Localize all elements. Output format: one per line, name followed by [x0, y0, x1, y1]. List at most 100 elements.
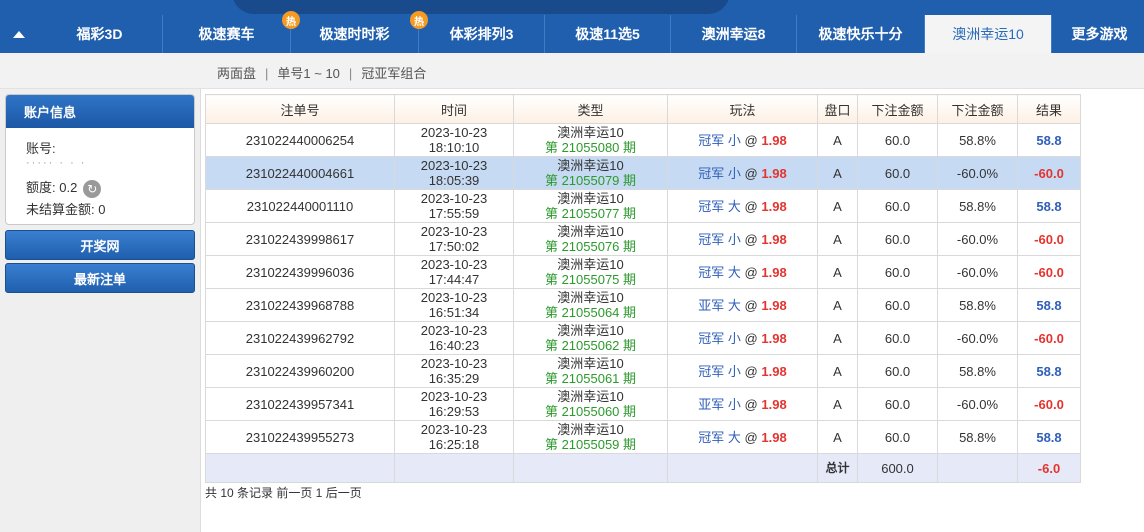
table-row[interactable]: 231022439957341 2023-10-23 16:29:53 澳洲幸运10 第…	[205, 387, 1081, 421]
empty-cell	[937, 453, 1018, 483]
bet-date: 2023-10-23	[420, 257, 488, 272]
sub-nav-item-2[interactable]: 冠亚军组合	[361, 66, 426, 81]
bet-time: 16:25:18	[428, 437, 480, 452]
pct-cell: 58.8%	[937, 189, 1018, 223]
result-cell: 58.8	[1017, 288, 1081, 322]
time-cell: 2023-10-23 18:05:39	[394, 156, 514, 190]
tab-1[interactable]: 极速赛车热	[163, 11, 300, 53]
period-number: 第 21055077 期	[544, 206, 637, 221]
tab-4[interactable]: 极速11选5	[545, 15, 671, 53]
amount-cell: 60.0	[857, 354, 938, 388]
time-cell: 2023-10-23 16:40:23	[394, 321, 514, 355]
empty-cell	[205, 453, 395, 483]
bets-table-wrap: 注单号 时间 类型 玩法 盘口 下注金额 下注金额 结果 231022440006254 202…	[205, 94, 1081, 483]
game-name: 澳洲幸运10	[557, 191, 624, 206]
game-name: 澳洲幸运10	[557, 224, 624, 239]
bet-date: 2023-10-23	[420, 389, 488, 404]
period-number: 第 21055076 期	[544, 239, 637, 254]
latest-bets-button[interactable]: 最新注单	[5, 263, 195, 293]
results-site-button[interactable]: 开奖网	[5, 230, 195, 260]
period-number: 第 21055062 期	[544, 338, 637, 353]
chevron-up-icon	[12, 31, 25, 38]
at-sign: @	[744, 396, 758, 412]
table-row[interactable]: 231022439996036 2023-10-23 17:44:47 澳洲幸运10 第…	[205, 255, 1081, 289]
total-amount: 600.0	[857, 453, 938, 483]
amount-cell: 60.0	[857, 288, 938, 322]
play-name: 冠军 大	[698, 264, 741, 280]
pan-cell: A	[817, 288, 858, 322]
quota-label: 额度: 0.2	[26, 180, 78, 195]
sub-nav-item-1[interactable]: 单号1 ~ 10	[277, 66, 340, 81]
play-cell: 冠军 大 @ 1.98	[667, 420, 818, 454]
play-cell: 冠军 大 @ 1.98	[667, 189, 818, 223]
period-number: 第 21055064 期	[544, 305, 637, 320]
sub-nav-item-0[interactable]: 两面盘	[217, 66, 256, 81]
table-row[interactable]: 231022439962792 2023-10-23 16:40:23 澳洲幸运10 第…	[205, 321, 1081, 355]
tab-0[interactable]: 福彩3D	[37, 15, 163, 53]
period-number: 第 21055080 期	[544, 140, 637, 155]
play-name: 冠军 小	[698, 330, 741, 346]
period-number: 第 21055059 期	[544, 437, 637, 452]
play-cell: 冠军 小 @ 1.98	[667, 156, 818, 190]
game-name: 澳洲幸运10	[557, 290, 624, 305]
top-nav-header-bar	[232, 0, 730, 14]
at-sign: @	[744, 330, 758, 346]
play-name: 冠军 大	[698, 198, 741, 214]
table-row[interactable]: 231022439998617 2023-10-23 17:50:02 澳洲幸运10 第…	[205, 222, 1081, 256]
game-name: 澳洲幸运10	[557, 389, 624, 404]
pct-cell: 58.8%	[937, 354, 1018, 388]
column-header: 盘口	[817, 94, 858, 124]
pct-cell: -60.0%	[937, 387, 1018, 421]
result-cell: -60.0	[1017, 156, 1081, 190]
pan-cell: A	[817, 123, 858, 157]
tab-7[interactable]: 澳洲幸运10	[925, 15, 1052, 53]
play-name: 冠军 大	[698, 429, 741, 445]
empty-cell	[513, 453, 668, 483]
type-cell: 澳洲幸运10 第 21055075 期	[513, 255, 668, 289]
pan-cell: A	[817, 321, 858, 355]
tab-2[interactable]: 极速时时彩热	[291, 11, 428, 53]
result-cell: 58.8	[1017, 420, 1081, 454]
time-cell: 2023-10-23 16:51:34	[394, 288, 514, 322]
table-row[interactable]: 231022440001110 2023-10-23 17:55:59 澳洲幸运10 第…	[205, 189, 1081, 223]
bet-time: 18:05:39	[428, 173, 480, 188]
sub-nav-separator: |	[348, 66, 353, 81]
pan-cell: A	[817, 222, 858, 256]
table-row[interactable]: 231022440006254 2023-10-23 18:10:10 澳洲幸运10 第…	[205, 123, 1081, 157]
bet-id-cell: 231022439960200	[205, 354, 395, 388]
at-sign: @	[744, 132, 758, 148]
bet-date: 2023-10-23	[420, 323, 488, 338]
table-row[interactable]: 231022439955273 2023-10-23 16:25:18 澳洲幸运10 第…	[205, 420, 1081, 454]
tab-label: 体彩排列3	[449, 26, 514, 42]
pan-cell: A	[817, 387, 858, 421]
bet-id-cell: 231022439998617	[205, 222, 395, 256]
play-name: 冠军 小	[698, 132, 741, 148]
at-sign: @	[744, 297, 758, 313]
bet-date: 2023-10-23	[420, 356, 488, 371]
bet-time: 17:50:02	[428, 239, 480, 254]
table-row[interactable]: 231022439968788 2023-10-23 16:51:34 澳洲幸运10 第…	[205, 288, 1081, 322]
amount-cell: 60.0	[857, 387, 938, 421]
at-sign: @	[744, 231, 758, 247]
result-cell: -60.0	[1017, 255, 1081, 289]
bet-date: 2023-10-23	[420, 191, 488, 206]
table-row[interactable]: 231022439960200 2023-10-23 16:35:29 澳洲幸运10 第…	[205, 354, 1081, 388]
result-cell: 58.8	[1017, 123, 1081, 157]
bet-time: 16:35:29	[428, 371, 480, 386]
tab-6[interactable]: 极速快乐十分	[797, 15, 925, 53]
at-sign: @	[744, 264, 758, 280]
total-result: -6.0	[1017, 453, 1081, 483]
time-cell: 2023-10-23 16:25:18	[394, 420, 514, 454]
collapse-button[interactable]	[0, 15, 37, 53]
tab-5[interactable]: 澳洲幸运8	[671, 15, 797, 53]
table-row[interactable]: 231022440004661 2023-10-23 18:05:39 澳洲幸运10 第…	[205, 156, 1081, 190]
tab-label: 极速11选5	[575, 26, 640, 42]
refresh-icon[interactable]: ↻	[83, 179, 102, 198]
type-cell: 澳洲幸运10 第 21055059 期	[513, 420, 668, 454]
play-cell: 冠军 小 @ 1.98	[667, 321, 818, 355]
sidebar: 账户信息 账号: ····· · · · 额度: 0.2 ↻ 未结算金额: 0 开…	[0, 89, 201, 532]
tab-8[interactable]: 更多游戏	[1052, 15, 1144, 53]
bet-id-cell: 231022439957341	[205, 387, 395, 421]
type-cell: 澳洲幸运10 第 21055076 期	[513, 222, 668, 256]
tab-3[interactable]: 体彩排列3	[419, 15, 545, 53]
